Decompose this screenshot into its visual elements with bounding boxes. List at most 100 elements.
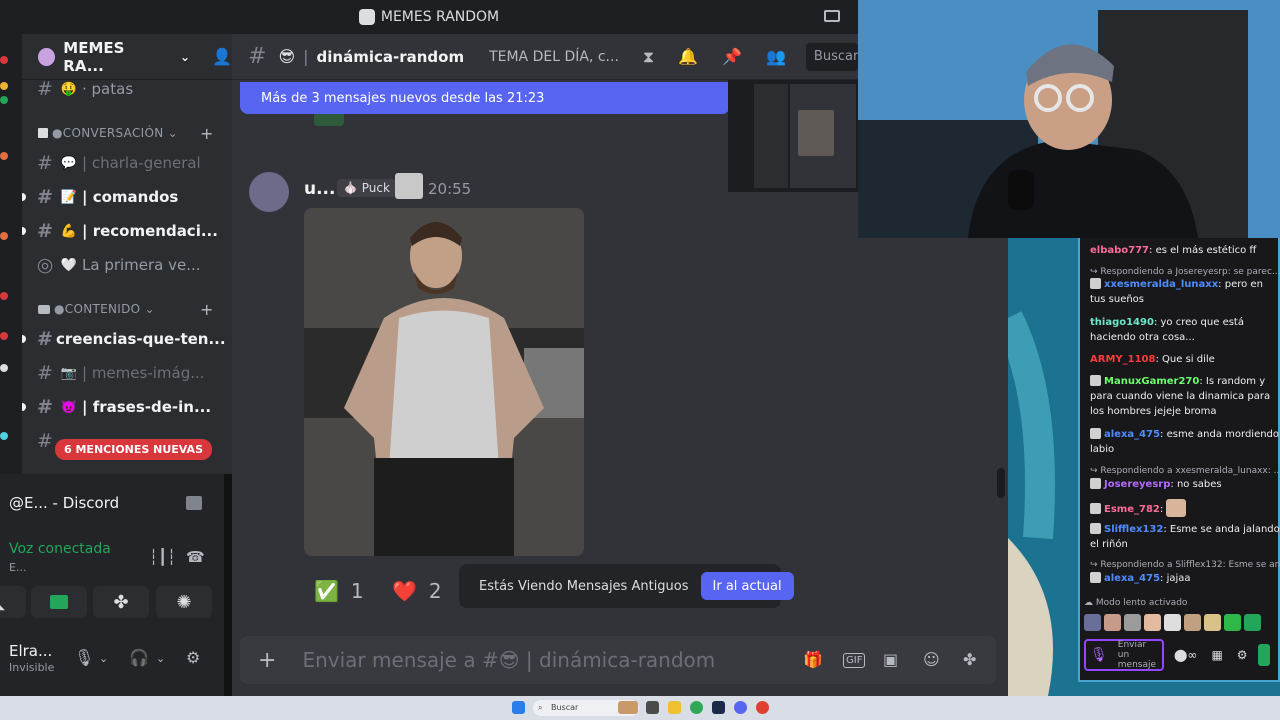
emote-icon[interactable] <box>1124 614 1141 631</box>
bell-icon[interactable]: 🔔 <box>678 47 698 66</box>
category-conversacion[interactable]: ● CONVERSACIÓN ⌄ + <box>38 124 213 143</box>
server-icon[interactable] <box>0 232 8 240</box>
server-icon[interactable] <box>0 152 8 160</box>
emote-icon[interactable] <box>1084 614 1101 631</box>
emoji-icon[interactable]: ☺ <box>923 650 940 669</box>
server-icon[interactable] <box>0 364 8 372</box>
gear-icon[interactable]: ⚙ <box>1237 648 1248 662</box>
scrollbar[interactable] <box>997 468 1005 498</box>
chat-username[interactable]: elbabo777 <box>1090 245 1149 256</box>
channel-item[interactable]: ◎ 🤍 La primera ve... <box>22 250 232 280</box>
server-rail <box>0 34 22 474</box>
search-input[interactable]: Buscar MEMES <box>805 42 858 71</box>
gear-icon[interactable]: ⚙ <box>186 648 200 667</box>
activities-button[interactable]: ✤ <box>93 586 149 618</box>
add-user-icon[interactable]: 👤 <box>212 47 232 66</box>
camera-button[interactable]: ◣ <box>0 586 26 618</box>
chevron-down-icon[interactable]: ⌄ <box>99 652 108 665</box>
channel-item[interactable]: # creencias-que-ten... <box>22 324 232 354</box>
channel-item[interactable]: # 💪 | recomendaci... <box>22 216 232 246</box>
channel-emoji: 🤑 <box>60 81 78 97</box>
sticker-icon[interactable]: ▣ <box>883 650 898 669</box>
chat-text: no sabes <box>1176 479 1222 490</box>
soundboard-button[interactable]: ✺ <box>156 586 212 618</box>
screen-share-icon[interactable] <box>824 10 840 22</box>
add-channel-icon[interactable]: + <box>200 124 214 143</box>
chat-username[interactable]: alexa_475 <box>1104 429 1160 440</box>
emote-bar[interactable] <box>1084 614 1274 632</box>
jump-to-present-button[interactable]: Ir al actual <box>700 572 794 600</box>
send-button[interactable] <box>1257 644 1270 666</box>
apps-icon[interactable]: ✤ <box>963 650 976 669</box>
add-channel-icon[interactable]: + <box>200 300 214 319</box>
call-info[interactable]: @E... - Discord <box>0 488 224 518</box>
new-mentions-pill[interactable]: 6 MENCIONES NUEVAS <box>55 439 212 460</box>
app-icon[interactable] <box>756 701 769 714</box>
reaction-count: 1 <box>350 579 364 603</box>
emote-icon[interactable] <box>1184 614 1201 631</box>
emote-icon[interactable] <box>1144 614 1161 631</box>
chat-username[interactable]: Slifflex132 <box>1104 524 1163 535</box>
close-popout-icon[interactable] <box>186 496 202 510</box>
server-icon[interactable] <box>0 332 8 340</box>
bits-icon[interactable]: ⬤∞ <box>1174 648 1197 662</box>
task-view-icon[interactable] <box>646 701 659 714</box>
chat-username[interactable]: ManuxGamer270 <box>1104 376 1199 387</box>
channel-item[interactable]: # 🤑 · patas <box>22 74 232 104</box>
server-icon[interactable] <box>0 432 8 440</box>
avatar[interactable] <box>249 172 289 212</box>
reaction-check[interactable]: ✅ 1 <box>304 570 372 612</box>
channel-topic[interactable]: TEMA DEL DÍA, c... <box>489 49 619 65</box>
message-author[interactable]: u... <box>304 179 335 199</box>
start-icon[interactable] <box>512 701 525 714</box>
discord-icon[interactable] <box>734 701 747 714</box>
search-icon: ⌕ <box>538 703 543 712</box>
preview-sidebar <box>754 84 788 188</box>
message-image[interactable] <box>304 208 584 556</box>
emote-icon[interactable] <box>1204 614 1221 631</box>
threads-icon[interactable]: ⧗ <box>643 47 654 67</box>
server-icon[interactable] <box>0 82 8 90</box>
microphone-icon[interactable]: 🎙 <box>74 648 94 667</box>
gif-icon[interactable]: GIF <box>843 653 866 668</box>
new-messages-banner[interactable]: Más de 3 mensajes nuevos desde las 21:23 <box>240 82 730 114</box>
chat-username[interactable]: alexa_475 <box>1104 573 1160 584</box>
headphones-icon[interactable]: 🎧 <box>129 648 149 667</box>
chat-username[interactable]: ARMY_1108 <box>1090 354 1155 365</box>
chat-input[interactable]: 🎙 Enviar un mensaje <box>1084 639 1164 671</box>
chat-username[interactable]: thiago1490 <box>1090 317 1154 328</box>
file-explorer-icon[interactable] <box>668 701 681 714</box>
members-icon[interactable]: 👥 <box>766 47 786 66</box>
chat-username[interactable]: xxesmeralda_lunaxx <box>1104 279 1218 290</box>
channel-item[interactable]: # 💬 | charla-general <box>22 148 232 178</box>
emote-icon[interactable] <box>1164 614 1181 631</box>
voice-channel-name[interactable]: E... <box>9 561 26 574</box>
category-contenido[interactable]: ● CONTENIDO ⌄ + <box>38 300 213 319</box>
channel-item[interactable]: # 👿 | frases-de-in... <box>22 392 232 422</box>
pin-icon[interactable]: 📌 <box>722 47 742 66</box>
gift-icon[interactable]: 🎁 <box>803 650 823 669</box>
emote-icon[interactable] <box>1224 614 1241 631</box>
server-icon[interactable] <box>0 56 8 64</box>
store-icon[interactable]: ▦ <box>1211 648 1222 662</box>
emote-icon[interactable] <box>1104 614 1121 631</box>
screen-share-button[interactable] <box>31 586 87 618</box>
channel-item[interactable]: # 📝 | comandos <box>22 182 232 212</box>
chevron-down-icon[interactable]: ⌄ <box>156 652 165 665</box>
photoshop-icon[interactable] <box>712 701 725 714</box>
chat-username[interactable]: Esme_782 <box>1104 504 1160 515</box>
chrome-icon[interactable] <box>690 701 703 714</box>
channel-item[interactable]: # 📷 | memes-imág... <box>22 358 232 388</box>
chat-message: alexa_475: jajaa <box>1090 571 1280 586</box>
previous-reaction[interactable] <box>314 114 344 126</box>
add-attachment-icon[interactable]: + <box>258 648 276 673</box>
chat-username[interactable]: Josereyesrp <box>1104 479 1170 490</box>
stream-preview-thumbnail[interactable] <box>728 80 858 192</box>
user-name[interactable]: Elra... <box>9 642 52 660</box>
hang-up-icon[interactable]: ☎ <box>186 548 205 566</box>
server-icon[interactable] <box>0 96 8 104</box>
reaction-heart[interactable]: ❤️ 2 <box>384 570 452 612</box>
emote-icon[interactable] <box>1244 614 1261 631</box>
server-icon[interactable] <box>0 292 8 300</box>
voice-signal-icon[interactable]: ┆┃┆ <box>149 548 176 566</box>
